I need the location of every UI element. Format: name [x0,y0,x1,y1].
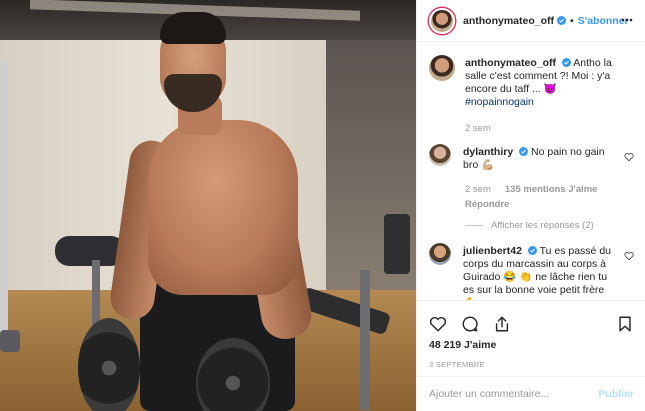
comment-body: dylanthiry No pain no gain bro 💪🏼 [463,146,619,172]
bookmark-icon[interactable] [616,315,634,333]
post-side-panel: anthonymateo_off • S'abonner anthonymate… [416,0,645,411]
caption-meta: 2 sem [465,123,634,134]
replies-line [465,225,483,226]
author-username[interactable]: anthonymateo_off [463,15,554,27]
heart-icon[interactable] [624,152,634,162]
verified-icon [527,246,537,255]
photo-person-torso [148,120,298,295]
comment-username[interactable]: dylanthiry [463,146,513,158]
show-replies-label: Afficher les réponses (2) [491,220,594,231]
post-header: anthonymateo_off • S'abonner [417,0,645,42]
comment-username[interactable]: julienbert42 [463,245,522,257]
comments-list[interactable]: anthonymateo_off Antho la salle c'est co… [417,43,645,300]
comment-time[interactable]: 2 sem [465,184,491,195]
photo-rack-pole [0,60,8,350]
photo-person-hair [160,12,226,44]
comment-icon[interactable] [461,315,479,333]
caption-body: anthonymateo_off Antho la salle c'est co… [465,57,621,109]
verified-icon [561,58,571,67]
comment-input[interactable] [429,388,599,400]
action-icons [429,315,511,333]
verified-icon [557,16,567,25]
comment-likes[interactable]: 135 mentions J'aime [505,184,598,195]
caption-time[interactable]: 2 sem [465,123,491,134]
reply-button[interactable]: Répondre [465,199,509,210]
comment-item: dylanthiry No pain no gain bro 💪🏼 [429,144,634,172]
caption-username[interactable]: anthonymateo_off [465,57,556,69]
comment-avatar[interactable] [429,144,451,166]
photo-machine-foot [0,330,20,352]
author-avatar[interactable] [429,7,455,34]
share-icon[interactable] [493,315,511,333]
caption-avatar[interactable] [429,55,455,81]
comment-body: julienbert42 Tu es passé du corps du mar… [463,245,619,300]
comment-meta: 2 sem 135 mentions J'aime [465,184,634,195]
caption-hashtag[interactable]: #nopainnogain [465,96,534,108]
post-photo[interactable] [0,0,416,411]
more-icon[interactable] [620,13,634,27]
comment-avatar[interactable] [429,243,451,265]
heart-icon[interactable] [624,251,634,261]
caption: anthonymateo_off Antho la salle c'est co… [429,55,634,109]
photo-machine-right [384,214,410,274]
photo-bench-post [360,270,370,410]
likes-count[interactable]: 48 219 J'aime [429,339,496,351]
add-comment-bar: Publier [417,376,645,411]
publish-button[interactable]: Publier [598,388,634,400]
heart-icon[interactable] [429,315,447,333]
instagram-post: anthonymateo_off • S'abonner anthonymate… [0,0,645,411]
separator-dot: • [570,14,574,27]
comment-item: julienbert42 Tu es passé du corps du mar… [429,243,634,300]
show-replies-button[interactable]: Afficher les réponses (2) [465,220,634,231]
comment-actions: Répondre [465,199,634,210]
verified-icon [519,147,529,156]
post-date[interactable]: 3 SEPTEMBRE [429,360,485,369]
photo-weight-plate-left [78,318,140,411]
